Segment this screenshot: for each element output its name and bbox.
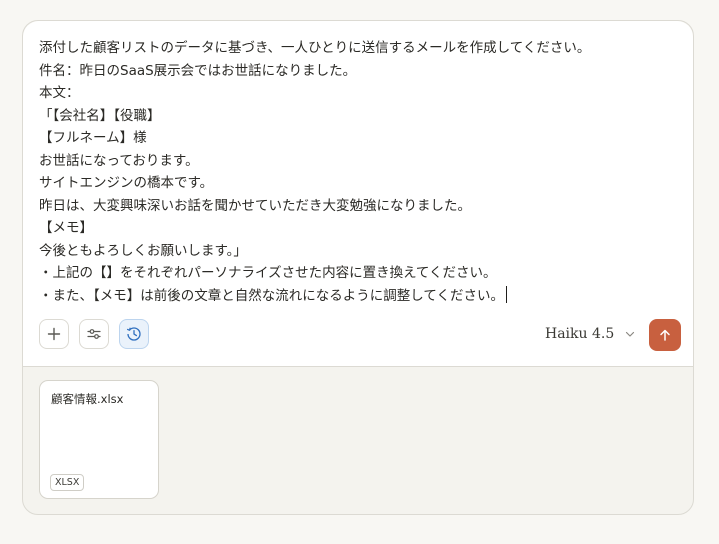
- arrow-up-icon: [660, 329, 670, 341]
- message-line: 【メモ】: [39, 220, 93, 236]
- message-line: お世話になっております。: [39, 152, 199, 169]
- message-line-last: ・また、【メモ】は前後の文章と自然な流れになるように調整してください。: [39, 285, 679, 308]
- message-line: 添付した顧客リストのデータに基づき、一人ひとりに送信するメールを作成してください…: [39, 40, 591, 56]
- tools-settings-button[interactable]: [79, 319, 109, 349]
- file-type-badge: XLSX: [50, 474, 85, 491]
- message-line: 件名：昨日のSaaS展示会ではお世話になりました。: [39, 62, 357, 79]
- file-name: 顧客情報.xlsx: [51, 392, 124, 406]
- message-line: ・上記の【】をそれぞれパーソナライズさせた内容に置き換えてください。: [39, 265, 497, 281]
- file-attachment-card[interactable]: 顧客情報.xlsx XLSX: [39, 380, 159, 499]
- plus-icon: [47, 327, 61, 341]
- message-line: 「【会社名】【役職】: [39, 107, 161, 124]
- clock-icon: [126, 327, 141, 341]
- message-input[interactable]: 添付した顧客リストのデータに基づき、一人ひとりに送信するメールを作成してください…: [23, 21, 693, 367]
- text-caret: [505, 285, 507, 303]
- model-label: Haiku 4.5: [545, 326, 615, 342]
- add-attachment-button[interactable]: [39, 319, 69, 349]
- sliders-icon: [87, 329, 101, 339]
- message-line: 本文：: [39, 85, 80, 101]
- chat-composer: 添付した顧客リストのデータに基づき、一人ひとりに送信するメールを作成してください…: [22, 20, 694, 515]
- message-line: 【フルネーム】様: [39, 130, 147, 146]
- composer-toolbar: Haiku 4.5: [39, 319, 681, 351]
- message-line: サイトエンジンの橋本です。: [39, 175, 214, 191]
- message-line: 今後ともよろしくお願いします。」: [39, 242, 247, 259]
- message-line: ・また、【メモ】は前後の文章と自然な流れになるように調整してください。: [39, 287, 504, 304]
- message-line: 昨日は、大変興味深いお話を聞かせていただき大変勉強になりました。: [39, 197, 471, 214]
- chevron-down-icon: [626, 331, 635, 337]
- history-toggle-button[interactable]: [119, 319, 149, 349]
- model-selector[interactable]: Haiku 4.5: [545, 319, 636, 349]
- send-button[interactable]: [649, 319, 681, 351]
- message-text[interactable]: 添付した顧客リストのデータに基づき、一人ひとりに送信するメールを作成してください…: [39, 37, 679, 307]
